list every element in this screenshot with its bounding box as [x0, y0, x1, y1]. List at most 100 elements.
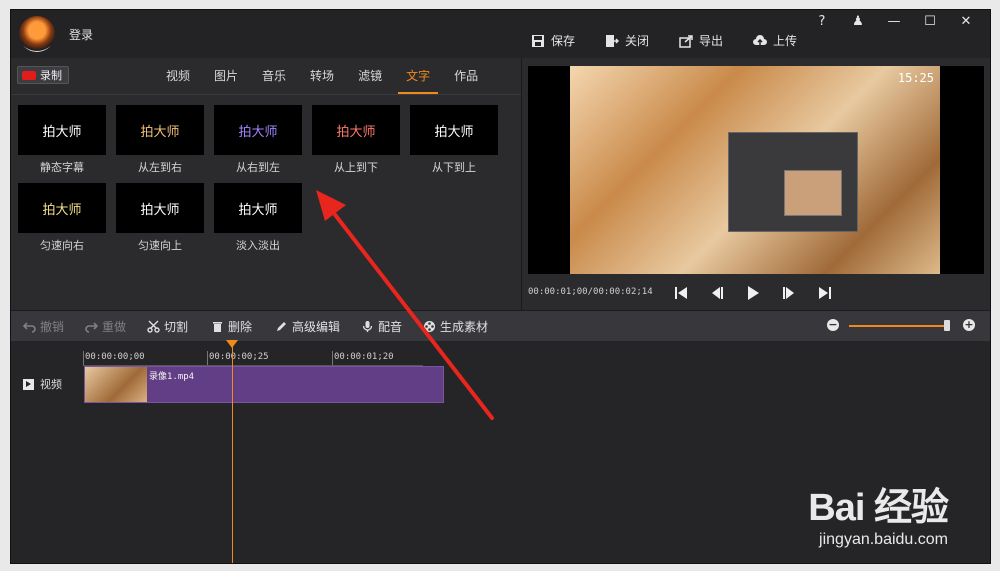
minimize-icon[interactable]: — — [876, 12, 912, 32]
track-play-icon — [23, 378, 34, 390]
skin-icon[interactable]: ♟ — [840, 12, 876, 32]
tab-music[interactable]: 音乐 — [250, 58, 298, 94]
generate-material-label: 生成素材 — [440, 320, 489, 334]
redo-button[interactable]: 重做 — [85, 318, 126, 335]
delete-button[interactable]: 删除 — [211, 318, 252, 335]
playhead[interactable] — [232, 341, 233, 563]
effect-label: 从下到上 — [432, 161, 476, 174]
record-icon — [22, 70, 36, 80]
export-icon — [679, 34, 693, 48]
library-nav: 录制 视频 图片 音乐 转场 滤镜 文字 作品 — [11, 58, 521, 95]
time-ruler[interactable]: 00:00:00;00 00:00:00;25 00:00:01;20 — [83, 351, 423, 366]
time-readout: 00:00:01;00/00:00:02;14 — [528, 287, 653, 297]
tick-mark — [83, 351, 84, 365]
skip-back-button[interactable] — [670, 282, 692, 304]
tab-filter[interactable]: 滤镜 — [346, 58, 394, 94]
undo-button[interactable]: 撤销 — [23, 318, 64, 335]
advanced-edit-label: 高级编辑 — [292, 320, 341, 334]
export-button[interactable]: 导出 — [679, 32, 723, 49]
save-icon — [532, 34, 544, 47]
upload-button[interactable]: 上传 — [753, 32, 797, 49]
undo-icon — [23, 322, 36, 333]
effect-label: 匀速向右 — [40, 239, 84, 252]
effect-right-to-left[interactable]: 拍大师 从右到左 — [214, 105, 302, 175]
cut-button[interactable]: 切割 — [147, 318, 188, 335]
effect-label: 淡入淡出 — [236, 239, 280, 252]
text-effects-grid: 拍大师 静态字幕 拍大师 从左到右 拍大师 从右到左 拍大师 从上到下 拍大师 … — [18, 105, 518, 253]
effect-thumbnail: 拍大师 — [214, 183, 302, 233]
effect-uniform-right[interactable]: 拍大师 匀速向右 — [18, 183, 106, 253]
delete-label: 删除 — [228, 320, 253, 334]
redo-icon — [85, 322, 98, 333]
pencil-icon — [277, 322, 286, 331]
effect-thumbnail: 拍大师 — [410, 105, 498, 155]
effect-bottom-to-top[interactable]: 拍大师 从下到上 — [410, 105, 498, 175]
close-file-button[interactable]: 关闭 — [605, 32, 649, 49]
play-button[interactable] — [742, 282, 764, 304]
dub-label: 配音 — [378, 320, 403, 334]
zoom-slider-thumb[interactable] — [944, 320, 950, 331]
film-reel-icon — [424, 321, 435, 332]
skip-forward-button[interactable] — [814, 282, 836, 304]
zoom-out-icon[interactable]: − — [827, 319, 839, 331]
advanced-edit-button[interactable]: 高级编辑 — [275, 318, 340, 335]
play-icon — [748, 286, 759, 300]
effect-thumbnail: 拍大师 — [312, 105, 400, 155]
video-track-header[interactable]: 视频 — [23, 376, 62, 392]
tab-text[interactable]: 文字 — [394, 58, 442, 94]
trash-icon — [213, 322, 222, 332]
media-library-panel: 录制 视频 图片 音乐 转场 滤镜 文字 作品 拍大师 静态字幕 拍大师 从左到… — [11, 58, 522, 310]
upload-label: 上传 — [773, 34, 798, 48]
effect-left-to-right[interactable]: 拍大师 从左到右 — [116, 105, 204, 175]
zoom-slider-track[interactable] — [849, 325, 947, 327]
effect-thumbnail: 拍大师 — [18, 105, 106, 155]
generate-material-button[interactable]: 生成素材 — [423, 318, 488, 335]
preview-panel: 15:25 00:00:01;00/00:00:02;14 — [522, 58, 990, 310]
dub-button[interactable]: 配音 — [361, 318, 402, 335]
upload-icon — [753, 34, 768, 46]
tab-picture[interactable]: 图片 — [202, 58, 250, 94]
desktop-clock: 15:25 — [897, 71, 934, 85]
edit-toolbar: 撤销 重做 切割 删除 高级编辑 配音 生成素材 − + — [11, 310, 990, 342]
effect-uniform-up[interactable]: 拍大师 匀速向上 — [116, 183, 204, 253]
redo-label: 重做 — [102, 320, 127, 334]
tick-mark — [332, 351, 333, 365]
skip-forward-icon — [819, 287, 831, 299]
clip-thumbnail — [85, 367, 147, 402]
effect-fade-in-out[interactable]: 拍大师 淡入淡出 — [214, 183, 302, 253]
close-window-icon[interactable]: ✕ — [948, 12, 984, 32]
app-window: 登录 ? ♟ — ☐ ✕ 保存 关闭 导出 上传 录制 视频 图片 音乐 转场 … — [10, 9, 991, 564]
effect-label: 匀速向上 — [138, 239, 182, 252]
maximize-icon[interactable]: ☐ — [912, 12, 948, 32]
close-file-label: 关闭 — [625, 34, 650, 48]
effect-static-caption[interactable]: 拍大师 静态字幕 — [18, 105, 106, 175]
timeline: 00:00:00;00 00:00:00;25 00:00:01;20 视频 录… — [11, 340, 990, 563]
tick-label: 00:00:00;25 — [209, 352, 269, 362]
zoom-in-icon[interactable]: + — [963, 319, 975, 331]
nested-preview-image — [784, 170, 842, 216]
login-link[interactable]: 登录 — [69, 26, 93, 43]
library-tabs: 视频 图片 音乐 转场 滤镜 文字 作品 — [154, 58, 490, 94]
tab-video[interactable]: 视频 — [154, 58, 202, 94]
help-icon[interactable]: ? — [804, 12, 840, 32]
effect-top-to-bottom[interactable]: 拍大师 从上到下 — [312, 105, 400, 175]
undo-label: 撤销 — [40, 320, 65, 334]
tab-works[interactable]: 作品 — [442, 58, 490, 94]
close-file-icon — [606, 34, 620, 47]
skip-back-icon — [675, 287, 687, 299]
record-button[interactable]: 录制 — [17, 66, 69, 84]
step-back-button[interactable] — [706, 282, 728, 304]
microphone-icon — [362, 321, 373, 332]
clip-name: 录像1.mp4 — [149, 372, 195, 382]
playhead-handle[interactable] — [226, 340, 238, 348]
record-label: 录制 — [40, 69, 62, 82]
step-forward-button[interactable] — [778, 282, 800, 304]
video-clip[interactable]: 录像1.mp4 — [84, 366, 444, 403]
title-bar: 登录 ? ♟ — ☐ ✕ 保存 关闭 导出 上传 — [11, 10, 990, 58]
tab-transition[interactable]: 转场 — [298, 58, 346, 94]
save-button[interactable]: 保存 — [531, 32, 575, 49]
preview-screen: 15:25 — [528, 66, 984, 274]
cut-label: 切割 — [164, 320, 189, 334]
effect-label: 从左到右 — [138, 161, 182, 174]
top-actions: 保存 关闭 导出 上传 — [531, 32, 827, 49]
